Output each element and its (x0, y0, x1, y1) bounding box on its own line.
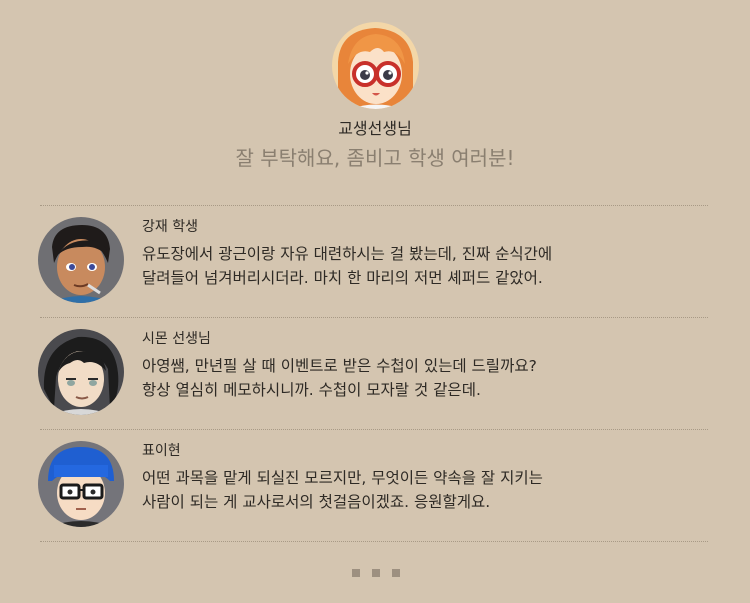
teacher-portrait-icon (331, 22, 419, 109)
comment-line: 유도장에서 광근이랑 자유 대련하시는 걸 봤는데, 진짜 순식간에 (142, 245, 553, 263)
commenter-avatar (38, 329, 124, 415)
comment-text: 어떤 과목을 맡게 되실진 모르지만, 무엇이든 약속을 잘 지키는 사람이 되… (142, 466, 702, 514)
comment-line: 사람이 되는 게 교사로서의 첫걸음이겠죠. 응원할게요. (142, 493, 491, 511)
ellipsis-dot (352, 569, 360, 577)
comment-line: 달려들어 넘겨버리시더라. 마치 한 마리의 저먼 셰퍼드 같았어. (142, 269, 543, 287)
commenter-avatar (38, 217, 124, 303)
commenter-avatar (38, 441, 124, 527)
comment-item: 강재 학생 유도장에서 광근이랑 자유 대련하시는 걸 봤는데, 진짜 순식간에… (38, 206, 718, 318)
ellipsis-dot (372, 569, 380, 577)
comment-line: 어떤 과목을 맡게 되실진 모르지만, 무엇이든 약속을 잘 지키는 (142, 469, 543, 487)
profile-header: 교생선생님 잘 부탁해요, 좀비고 학생 여러분! (0, 22, 750, 171)
ellipsis-dot (392, 569, 400, 577)
student-kangjae-portrait-icon (38, 217, 124, 303)
commenter-name: 강재 학생 (142, 219, 198, 235)
teacher-name: 교생선생님 (338, 119, 412, 138)
greeting-message: 잘 부탁해요, 좀비고 학생 여러분! (235, 146, 515, 170)
comment-line: 아영쌤, 만년필 살 때 이벤트로 받은 수첩이 있는데 드릴까요? (142, 357, 537, 375)
comment-item: 표이현 어떤 과목을 맡게 되실진 모르지만, 무엇이든 약속을 잘 지키는 사… (38, 430, 718, 542)
comment-text: 아영쌤, 만년필 살 때 이벤트로 받은 수첩이 있는데 드릴까요? 항상 열심… (142, 354, 702, 402)
commenter-name: 시몬 선생님 (142, 331, 211, 347)
teacher-avatar (331, 22, 419, 109)
comment-text: 유도장에서 광근이랑 자유 대련하시는 걸 봤는데, 진짜 순식간에 달려들어 … (142, 242, 702, 290)
commenter-name: 표이현 (142, 443, 181, 459)
student-pyoihyun-portrait-icon (38, 441, 124, 527)
comment-item: 시몬 선생님 아영쌤, 만년필 살 때 이벤트로 받은 수첩이 있는데 드릴까요… (38, 318, 718, 430)
ellipsis-icon[interactable] (352, 569, 400, 577)
teacher-simon-portrait-icon (38, 329, 124, 415)
comment-line: 항상 열심히 메모하시니까. 수첩이 모자랄 것 같은데. (142, 381, 481, 399)
